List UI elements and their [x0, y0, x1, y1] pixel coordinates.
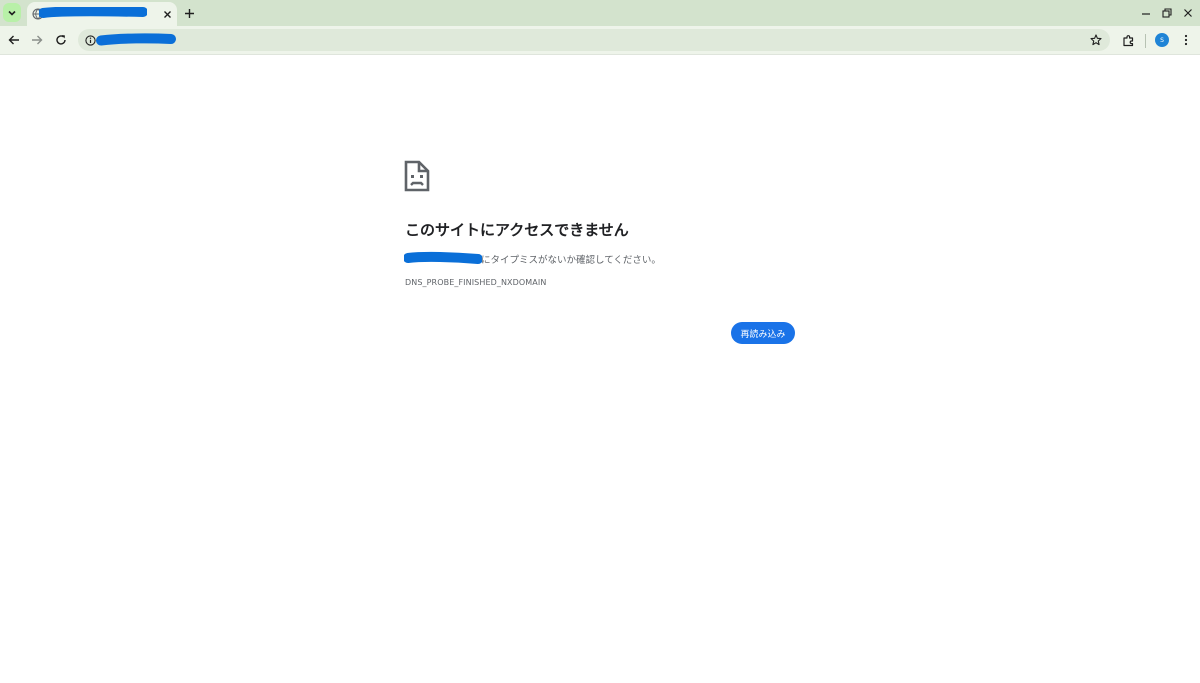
reload-icon — [56, 35, 66, 45]
tab-strip — [0, 0, 1200, 26]
avatar-initial: S — [1160, 36, 1164, 44]
bookmark-button[interactable] — [1088, 32, 1104, 48]
forward-button[interactable] — [29, 32, 45, 48]
toolbar: S — [0, 26, 1200, 55]
address-input[interactable] — [178, 31, 1058, 49]
new-tab-button[interactable] — [181, 5, 197, 21]
site-info-button[interactable] — [83, 33, 97, 47]
active-tab[interactable] — [27, 2, 177, 26]
sad-document-icon — [404, 160, 430, 192]
back-arrow-icon — [8, 35, 19, 45]
error-code: DNS_PROBE_FINISHED_NXDOMAIN — [405, 278, 547, 287]
forward-arrow-icon — [32, 35, 43, 45]
toolbar-separator — [1145, 34, 1146, 48]
tab-close-button[interactable] — [159, 6, 175, 22]
close-icon — [163, 10, 171, 18]
restore-button[interactable] — [1159, 5, 1175, 21]
omnibox[interactable] — [78, 29, 1110, 51]
chevron-down-icon — [8, 10, 16, 16]
redacted-domain — [404, 251, 482, 264]
puzzle-icon — [1122, 34, 1133, 46]
minimize-icon — [1142, 13, 1150, 15]
menu-button[interactable] — [1178, 32, 1194, 48]
error-title: このサイトにアクセスできません — [405, 221, 629, 239]
reload-button[interactable]: 再読み込み — [731, 322, 795, 344]
minimize-button[interactable] — [1138, 5, 1154, 21]
redacted-tab-title — [39, 7, 147, 18]
redacted-url — [96, 33, 176, 46]
close-window-button[interactable] — [1180, 5, 1196, 21]
profile-avatar[interactable]: S — [1155, 33, 1169, 47]
info-icon — [84, 34, 96, 46]
extensions-button[interactable] — [1120, 32, 1136, 48]
tab-search-button[interactable] — [3, 3, 21, 22]
plus-icon — [184, 8, 194, 18]
kebab-menu-icon — [1184, 34, 1188, 46]
error-description-text: にタイプミスがないか確認してください。 — [481, 255, 661, 266]
star-icon — [1090, 34, 1102, 46]
close-icon — [1184, 9, 1192, 17]
reload-toolbar-button[interactable] — [53, 32, 69, 48]
restore-icon — [1162, 8, 1172, 18]
back-button[interactable] — [6, 32, 22, 48]
